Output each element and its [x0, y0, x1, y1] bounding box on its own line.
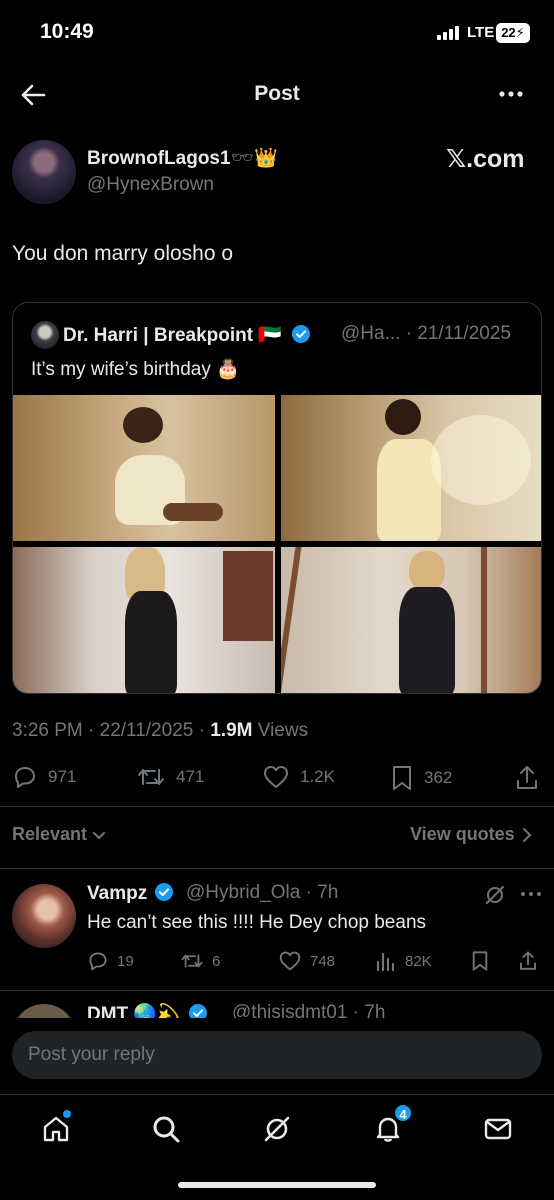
- signal-icon: [437, 26, 459, 40]
- divider: [0, 990, 554, 991]
- verified-badge-icon: [292, 325, 311, 343]
- battery-level: 22: [501, 25, 516, 40]
- bookmark-button[interactable]: 362: [390, 764, 452, 792]
- more-options-icon[interactable]: [496, 84, 526, 104]
- reply-like-button[interactable]: 748: [278, 950, 335, 972]
- analytics-icon: [376, 952, 395, 972]
- reply-icon: [15, 767, 35, 788]
- reply-meta: @Hybrid_Ola · 7h: [186, 882, 339, 903]
- heart-icon: [264, 766, 288, 788]
- like-button[interactable]: 1.2K: [262, 764, 335, 790]
- grok-icon[interactable]: [484, 884, 506, 906]
- nav-messages[interactable]: [478, 1109, 518, 1149]
- post-text: You don marry olosho o: [12, 242, 234, 265]
- reply-icon: [89, 952, 107, 971]
- repost-button[interactable]: 471: [136, 764, 204, 790]
- nav-grok[interactable]: [257, 1109, 297, 1149]
- sort-label: Relevant: [12, 824, 88, 844]
- bookmark-icon: [472, 951, 488, 971]
- page-title: Post: [254, 82, 300, 105]
- reply-repost-button[interactable]: 6: [180, 950, 220, 972]
- share-icon: [517, 766, 537, 789]
- reply-reply-count: 19: [117, 952, 134, 970]
- view-quotes-label: View quotes: [410, 824, 515, 844]
- post-views-count: 1.9M: [210, 720, 253, 741]
- home-notification-dot: [63, 1110, 71, 1118]
- network-label: LTE: [467, 24, 495, 41]
- quote-photo[interactable]: [281, 395, 541, 541]
- divider: [0, 868, 554, 869]
- quote-author-avatar: [31, 321, 59, 349]
- repost-count: 471: [176, 767, 205, 786]
- xcom-watermark: 𝕏.com: [446, 145, 525, 173]
- quote-text: It’s my wife’s birthday 🎂: [31, 359, 240, 380]
- share-button[interactable]: [514, 764, 540, 792]
- post-timestamp: 3:26 PM · 22/11/2025 · 1.9M Views: [12, 720, 308, 742]
- reply-like-count: 748: [310, 952, 336, 970]
- divider: [0, 806, 554, 807]
- quote-photo[interactable]: [13, 547, 275, 693]
- reply-button[interactable]: 971: [12, 764, 76, 790]
- reply-input[interactable]: [12, 1031, 542, 1079]
- reply-count: 971: [48, 767, 77, 786]
- grok-icon: [264, 1116, 290, 1142]
- search-icon: [153, 1116, 180, 1143]
- more-options-icon[interactable]: [520, 890, 542, 898]
- quote-photo[interactable]: [13, 395, 275, 541]
- repost-icon: [181, 954, 203, 968]
- home-indicator[interactable]: [178, 1182, 376, 1188]
- quote-photo[interactable]: [281, 547, 541, 693]
- reply-bookmark-button[interactable]: [470, 950, 490, 972]
- bookmark-count: 362: [424, 768, 453, 787]
- reply-author-name[interactable]: Vampz: [87, 882, 174, 905]
- nav-notifications[interactable]: 4: [368, 1103, 413, 1149]
- author-avatar[interactable]: [12, 140, 76, 204]
- view-quotes-link[interactable]: View quotes: [410, 824, 533, 845]
- reply-avatar[interactable]: [12, 884, 76, 948]
- quote-author-name-text: Dr. Harri | Breakpoint 🇦🇪: [63, 325, 283, 346]
- nav-home[interactable]: [36, 1109, 76, 1149]
- reply-author-name-text: Vampz: [87, 883, 148, 904]
- reply-views-count: 82K: [405, 952, 432, 970]
- reply-text: He can’t see this !!!! He Dey chop beans: [87, 912, 427, 933]
- reply-reply-button[interactable]: 19: [87, 950, 134, 972]
- verified-badge-icon: [155, 883, 174, 901]
- chevron-right-icon: [522, 827, 532, 842]
- quoted-post-card[interactable]: Dr. Harri | Breakpoint 🇦🇪 @Ha... · 21/11…: [12, 302, 542, 694]
- quote-author-name: Dr. Harri | Breakpoint 🇦🇪: [63, 323, 311, 347]
- post-views-label: Views: [252, 720, 309, 741]
- nav-search[interactable]: [146, 1109, 186, 1149]
- like-count: 1.2K: [300, 767, 335, 786]
- share-icon: [519, 951, 537, 970]
- author-name[interactable]: BrownofLagos1🕶️👑: [87, 146, 278, 170]
- quote-meta: @Ha... · 21/11/2025: [341, 323, 511, 344]
- status-time: 10:49: [40, 20, 94, 43]
- reply-views-button[interactable]: 82K: [375, 950, 432, 972]
- chevron-down-icon: [93, 831, 106, 839]
- mail-icon: [484, 1118, 512, 1140]
- battery-indicator: 22⚡: [496, 23, 530, 43]
- sort-dropdown[interactable]: Relevant: [12, 824, 107, 845]
- author-handle[interactable]: @HynexBrown: [87, 174, 214, 196]
- notification-badge: 4: [393, 1103, 413, 1123]
- bookmark-icon: [393, 766, 411, 790]
- reply-share-button[interactable]: [517, 950, 539, 972]
- heart-icon: [279, 951, 301, 971]
- post-time: 3:26 PM · 22/11/2025 ·: [12, 720, 211, 741]
- reply-repost-count: 6: [212, 952, 221, 970]
- repost-icon: [138, 769, 164, 785]
